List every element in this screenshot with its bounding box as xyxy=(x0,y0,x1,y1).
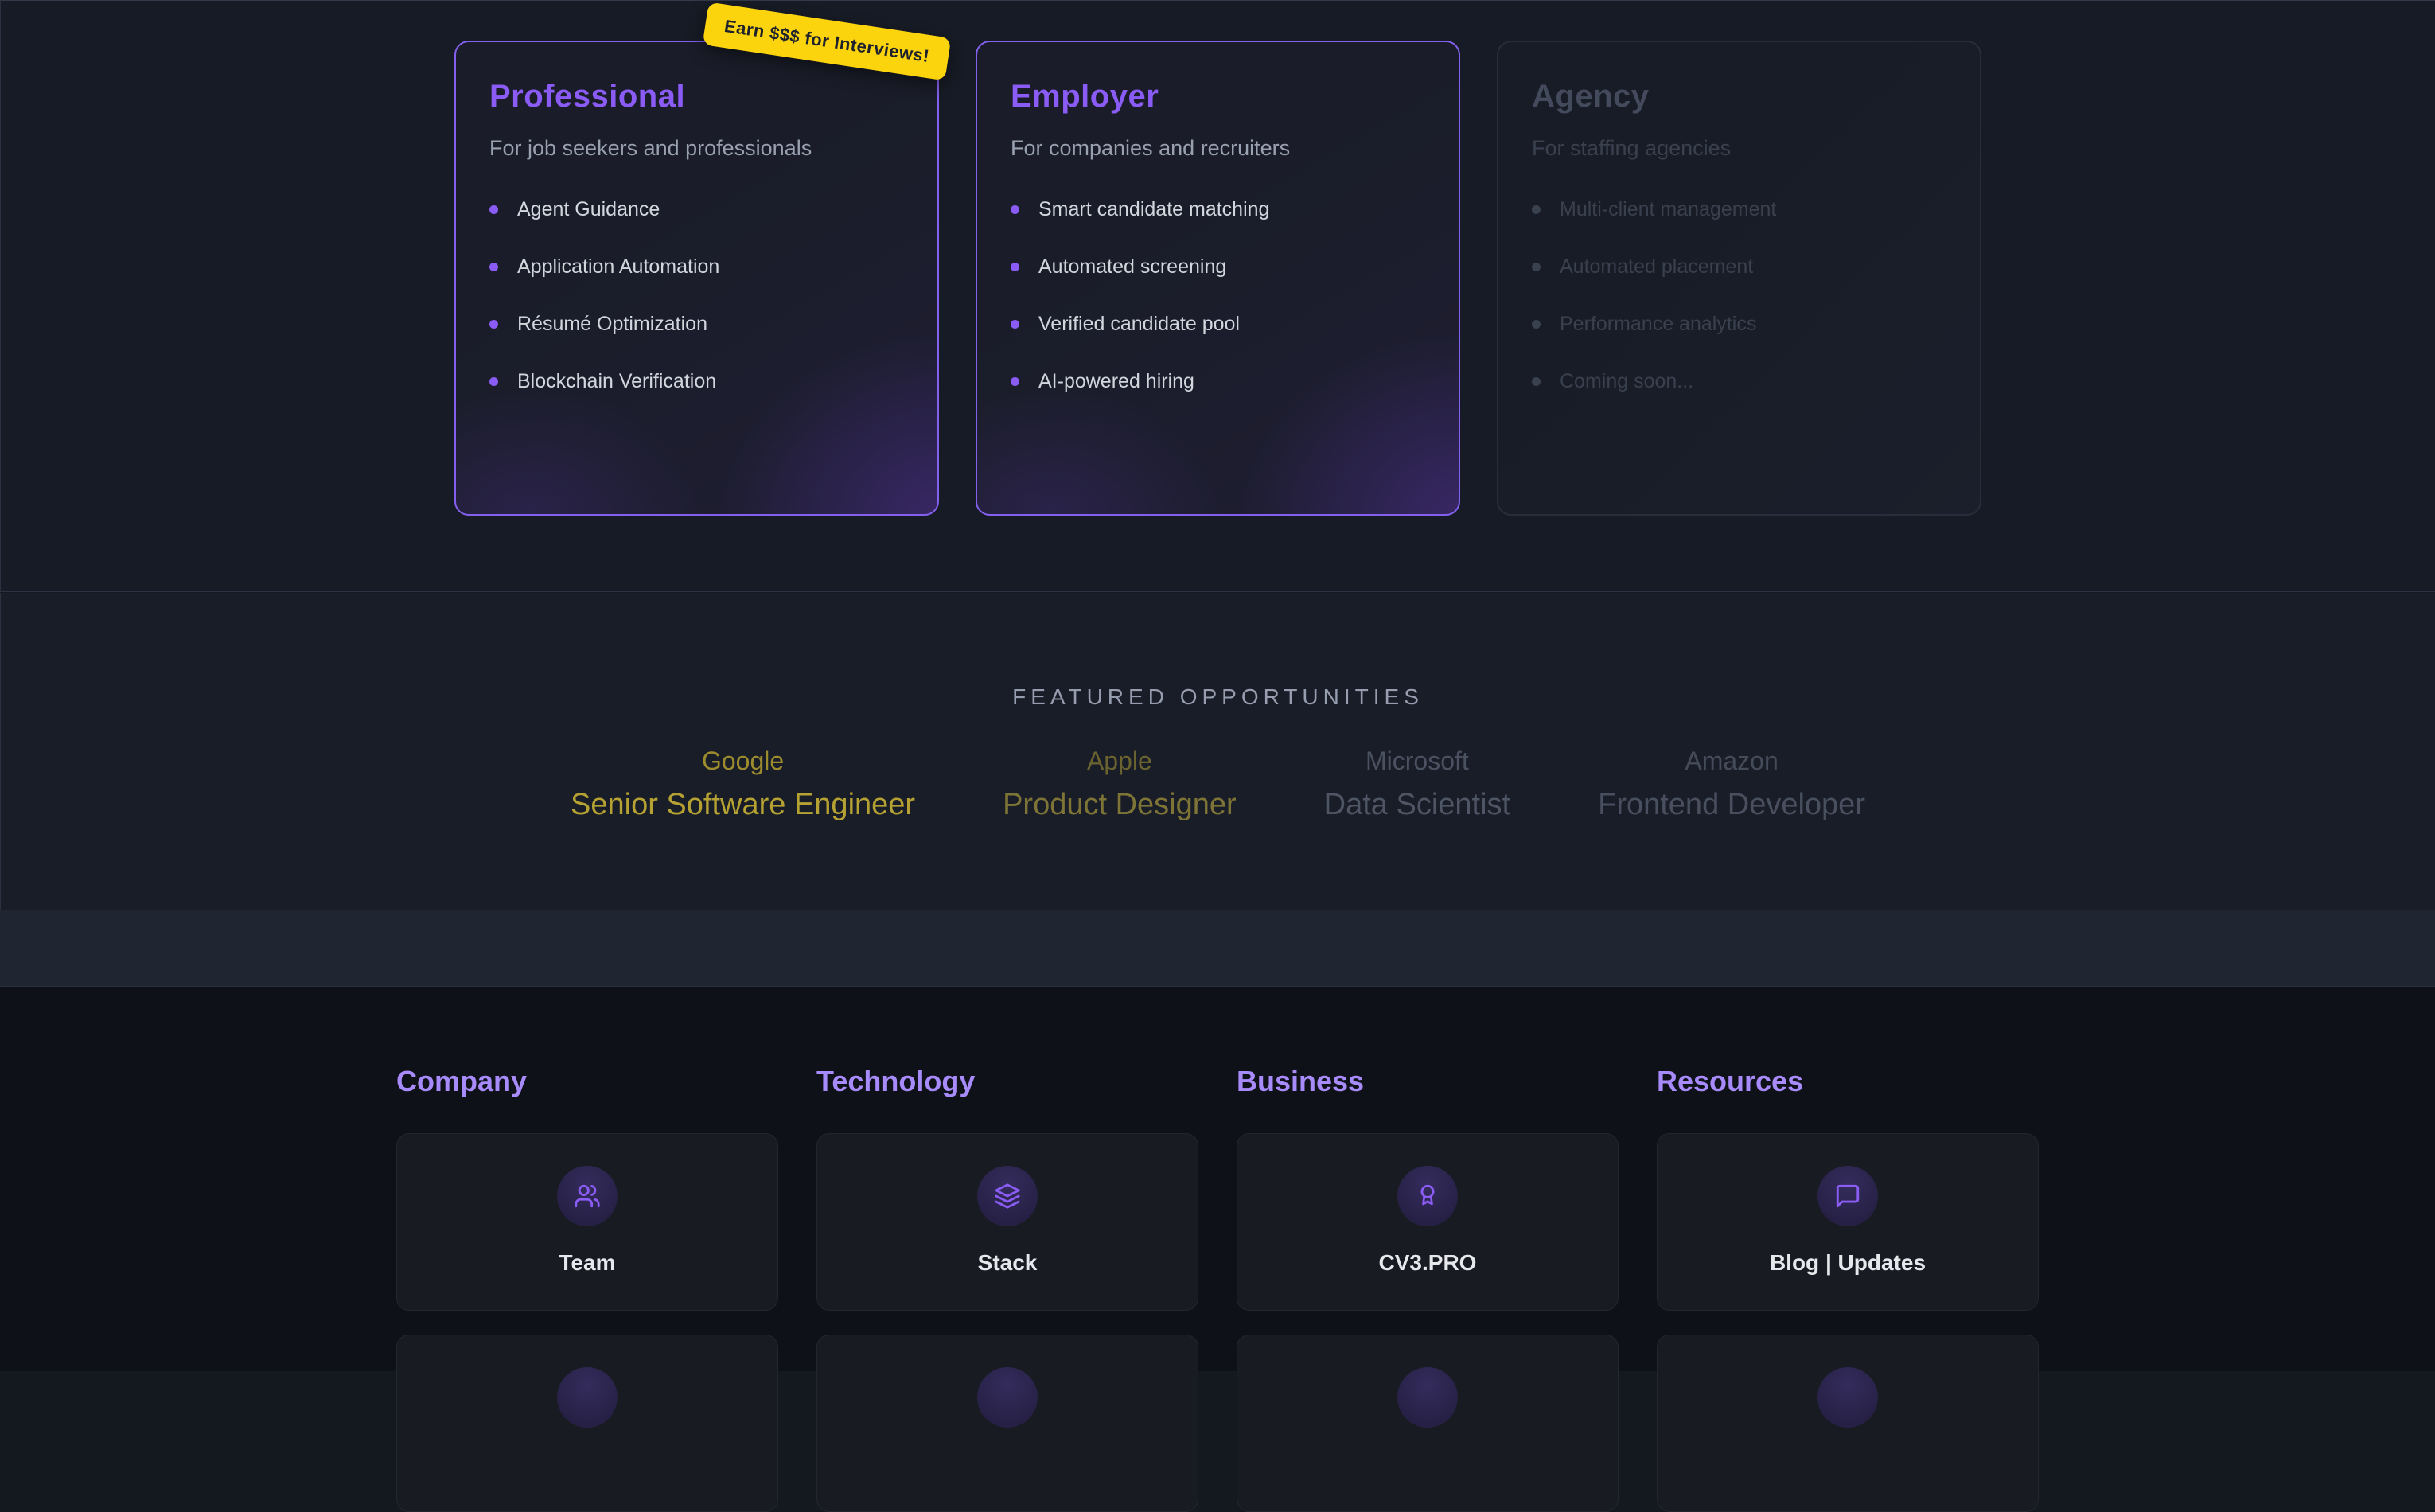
featured-opportunities-section: FEATURED OPPORTUNITIES Google Senior Sof… xyxy=(0,593,2435,910)
plan-title: Employer xyxy=(1011,79,1425,115)
feature-label: Application Automation xyxy=(517,255,719,279)
footer-link-icon xyxy=(977,1367,1038,1428)
opportunity-title: Data Scientist xyxy=(1324,787,1510,822)
footer-column-heading: Business xyxy=(1237,1065,1619,1098)
footer-link-partial[interactable] xyxy=(1657,1335,2039,1512)
opportunity-amazon[interactable]: Amazon Frontend Developer xyxy=(1598,746,1865,822)
plan-feature: Performance analytics xyxy=(1532,312,1946,336)
footer-link-partial[interactable] xyxy=(1237,1335,1619,1512)
bullet-dot xyxy=(1532,377,1541,386)
bullet-dot xyxy=(489,263,498,271)
opportunity-microsoft[interactable]: Microsoft Data Scientist xyxy=(1324,746,1510,822)
feature-label: Automated screening xyxy=(1038,255,1226,279)
footer-column-heading: Resources xyxy=(1657,1065,2039,1098)
footer-column-resources: Resources Blog | Updates xyxy=(1657,1065,2039,1512)
opportunity-title: Product Designer xyxy=(1003,787,1237,822)
feature-label: Agent Guidance xyxy=(517,197,660,221)
footer-link-label: CV3.PRO xyxy=(1379,1250,1477,1276)
opportunity-title: Frontend Developer xyxy=(1598,787,1865,822)
bullet-dot xyxy=(489,377,498,386)
footer-link-label: Blog | Updates xyxy=(1770,1250,1926,1276)
plan-title: Agency xyxy=(1532,79,1946,115)
users-icon xyxy=(557,1166,618,1226)
layers-icon xyxy=(977,1166,1038,1226)
footer-link-icon xyxy=(1817,1367,1878,1428)
plans-section: Professional For job seekers and profess… xyxy=(0,0,2435,592)
plan-feature: Agent Guidance xyxy=(489,197,904,221)
footer-link-cv3pro[interactable]: CV3.PRO xyxy=(1237,1133,1619,1311)
feature-label: Smart candidate matching xyxy=(1038,197,1269,221)
feature-label: Multi-client management xyxy=(1560,197,1776,221)
footer-column-business: Business CV3.PRO xyxy=(1237,1065,1619,1512)
plan-feature: Application Automation xyxy=(489,255,904,279)
plan-card-agency: Agency For staffing agencies Multi-clien… xyxy=(1497,41,1981,516)
bullet-dot xyxy=(489,320,498,329)
opportunities-row: Google Senior Software Engineer Apple Pr… xyxy=(1,746,2435,822)
plan-feature-list: Smart candidate matching Automated scree… xyxy=(1011,197,1425,393)
bullet-dot xyxy=(1532,205,1541,214)
award-icon xyxy=(1397,1166,1458,1226)
plan-description: For staffing agencies xyxy=(1532,135,1946,161)
plan-feature: Automated screening xyxy=(1011,255,1425,279)
footer-link-team[interactable]: Team xyxy=(396,1133,778,1311)
footer-link-partial[interactable] xyxy=(816,1335,1198,1512)
opportunity-company: Amazon xyxy=(1598,746,1865,776)
plan-cards-row: Professional For job seekers and profess… xyxy=(454,41,1981,516)
footer: Company Team Technology Stack xyxy=(0,987,2435,1371)
footer-link-blog[interactable]: Blog | Updates xyxy=(1657,1133,2039,1311)
feature-label: Automated placement xyxy=(1560,255,1753,279)
footer-column-company: Company Team xyxy=(396,1065,778,1512)
plan-feature: AI-powered hiring xyxy=(1011,369,1425,393)
opportunity-title: Senior Software Engineer xyxy=(571,787,915,822)
plan-description: For companies and recruiters xyxy=(1011,135,1425,161)
bullet-dot xyxy=(1011,263,1019,271)
plan-feature: Résumé Optimization xyxy=(489,312,904,336)
plan-card-professional[interactable]: Professional For job seekers and profess… xyxy=(454,41,939,516)
footer-column-heading: Company xyxy=(396,1065,778,1098)
feature-label: Coming soon... xyxy=(1560,369,1693,393)
opportunity-google[interactable]: Google Senior Software Engineer xyxy=(571,746,915,822)
plan-feature: Coming soon... xyxy=(1532,369,1946,393)
ticker-strip xyxy=(0,910,2435,987)
footer-column-heading: Technology xyxy=(816,1065,1198,1098)
plan-title: Professional xyxy=(489,79,904,115)
footer-link-label: Stack xyxy=(978,1250,1038,1276)
featured-heading: FEATURED OPPORTUNITIES xyxy=(1,684,2435,711)
bullet-dot xyxy=(1011,320,1019,329)
plan-card-employer[interactable]: Employer For companies and recruiters Sm… xyxy=(976,41,1460,516)
feature-label: AI-powered hiring xyxy=(1038,369,1194,393)
bullet-dot xyxy=(1532,263,1541,271)
opportunity-company: Google xyxy=(571,746,915,776)
plan-feature: Smart candidate matching xyxy=(1011,197,1425,221)
plan-feature-list: Agent Guidance Application Automation Ré… xyxy=(489,197,904,393)
plan-feature: Verified candidate pool xyxy=(1011,312,1425,336)
opportunity-company: Microsoft xyxy=(1324,746,1510,776)
bullet-dot xyxy=(1532,320,1541,329)
plan-feature: Multi-client management xyxy=(1532,197,1946,221)
footer-link-stack[interactable]: Stack xyxy=(816,1133,1198,1311)
footer-grid: Company Team Technology Stack xyxy=(396,987,2039,1512)
footer-column-technology: Technology Stack xyxy=(816,1065,1198,1512)
opportunity-company: Apple xyxy=(1003,746,1237,776)
bullet-dot xyxy=(1011,205,1019,214)
footer-link-icon xyxy=(1397,1367,1458,1428)
feature-label: Résumé Optimization xyxy=(517,312,707,336)
feature-label: Verified candidate pool xyxy=(1038,312,1240,336)
bullet-dot xyxy=(489,205,498,214)
footer-link-partial[interactable] xyxy=(396,1335,778,1512)
plan-description: For job seekers and professionals xyxy=(489,135,904,161)
feature-label: Blockchain Verification xyxy=(517,369,716,393)
footer-link-icon xyxy=(557,1367,618,1428)
chat-bubble-icon xyxy=(1817,1166,1878,1226)
plan-feature-list: Multi-client management Automated placem… xyxy=(1532,197,1946,393)
opportunity-apple[interactable]: Apple Product Designer xyxy=(1003,746,1237,822)
plan-feature: Blockchain Verification xyxy=(489,369,904,393)
feature-label: Performance analytics xyxy=(1560,312,1756,336)
bullet-dot xyxy=(1011,377,1019,386)
footer-link-label: Team xyxy=(559,1250,615,1276)
plan-feature: Automated placement xyxy=(1532,255,1946,279)
